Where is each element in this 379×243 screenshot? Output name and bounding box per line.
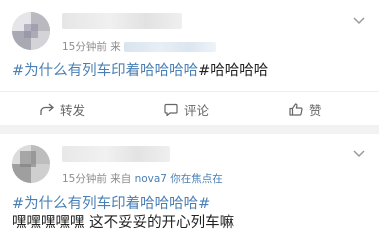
repost-icon [40,103,54,115]
repost-label: 转发 [60,102,86,118]
feed-post-1[interactable]: 15分钟前 来 #为什么有列车印着哈哈哈哈#哈哈哈哈 转发 评论 赞 [0,0,379,125]
chevron-down-icon[interactable] [353,17,365,25]
post-source-prefix: 来自 [110,173,132,185]
like-label: 赞 [309,102,322,118]
post-text: #哈哈哈哈 [198,63,269,79]
post-content: #为什么有列车印着哈哈哈哈#哈哈哈哈 [12,62,268,80]
post-content-text-line: 嘿嘿嘿嘿嘿 这不妥妥的开心列车嘛 [12,214,234,232]
hashtag-link[interactable]: #为什么有列车印着哈哈哈哈# [12,196,210,212]
source-blurred [123,42,216,52]
comment-button[interactable]: 评论 [164,92,209,126]
hashtag-link[interactable]: #为什么有列车印着哈哈哈哈 [12,63,198,79]
post-separator [0,125,379,134]
like-icon [289,102,303,116]
post-time: 15分钟前 [62,173,107,185]
post-text: 嘿嘿嘿嘿嘿 这不妥妥的开心列车嘛 [12,215,235,231]
username-blurred[interactable] [62,13,182,29]
chevron-down-icon[interactable] [353,150,365,158]
post-content-tag-line: #为什么有列车印着哈哈哈哈# [12,195,210,213]
post-time: 15分钟前 [62,41,107,53]
username-blurred[interactable] [62,146,170,162]
avatar[interactable] [12,145,50,183]
post-actions: 转发 评论 赞 [0,91,379,126]
post-meta: 15分钟前 来自 nova7 你在焦点在 [62,171,223,186]
comment-icon [164,103,178,116]
comment-label: 评论 [184,102,210,118]
post-source-prefix: 来 [110,41,121,53]
avatar[interactable] [12,12,50,50]
repost-button[interactable]: 转发 [40,92,85,126]
post-source-device[interactable]: nova7 你在焦点在 [135,173,223,185]
feed-post-2[interactable]: 15分钟前 来自 nova7 你在焦点在 #为什么有列车印着哈哈哈哈# 嘿嘿嘿嘿… [0,134,379,243]
post-meta: 15分钟前 来 [62,39,216,54]
like-button[interactable]: 赞 [289,92,322,126]
